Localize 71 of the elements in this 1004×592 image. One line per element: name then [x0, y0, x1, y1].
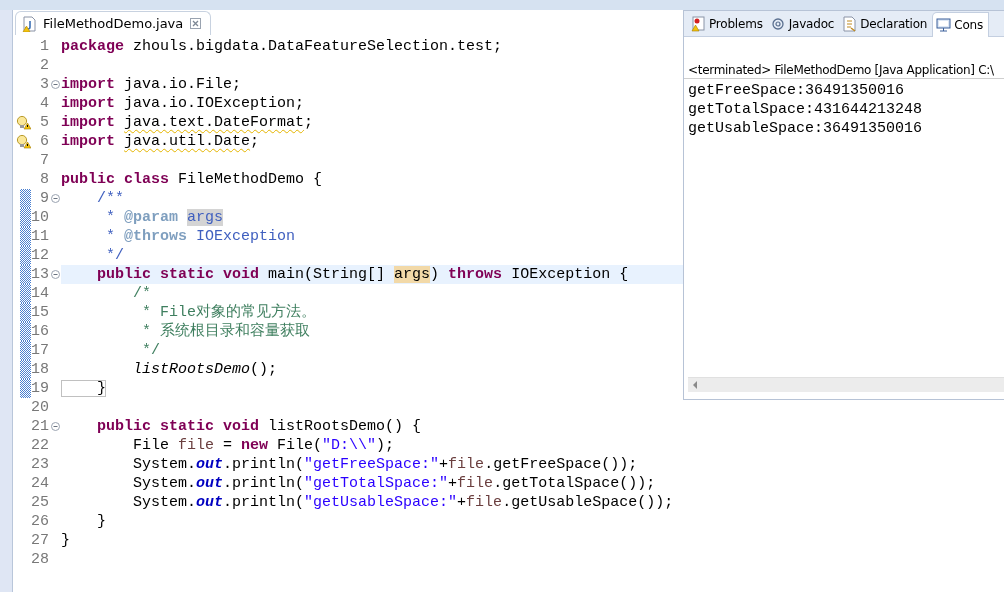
- code-line: }: [61, 379, 683, 398]
- view-tab[interactable]: Problems: [688, 12, 768, 36]
- line-number: 13: [31, 265, 49, 284]
- code-line: System.out.println("getTotalSpace:"+file.getTotalSpace());: [132, 474, 657, 493]
- code-line: */: [105, 246, 125, 265]
- editor-tab[interactable]: FileMethodDemo.java: [15, 11, 212, 35]
- line-number: 5: [39, 113, 49, 132]
- line-number: 20: [31, 398, 49, 417]
- line-number: 16: [31, 322, 49, 341]
- console-output-line: getFreeSpace:36491350016: [688, 81, 905, 100]
- console-header: <terminated> FileMethodDemo [Java Application] C:\: [684, 62, 1004, 79]
- line-number: 14: [31, 284, 49, 303]
- code-line: }: [61, 531, 71, 550]
- line-number: 2: [39, 56, 49, 75]
- line-number: 24: [31, 474, 49, 493]
- line-number: 19: [31, 379, 49, 398]
- left-arrow-icon: [692, 380, 698, 390]
- line-number: 21: [31, 417, 49, 436]
- code-line: package zhouls.bigdata.DataFeatureSelection.test;: [61, 37, 504, 56]
- console-output-line: getTotalSpace:431644213248: [688, 100, 923, 119]
- line-number: 9: [39, 189, 49, 208]
- problems-icon: [691, 16, 706, 32]
- code-line: }: [96, 512, 107, 531]
- java-file-icon: [22, 15, 37, 32]
- code-line: * File对象的常见方法。: [141, 303, 318, 322]
- code-line: */: [141, 341, 162, 360]
- line-number: 15: [31, 303, 49, 322]
- line-number: 3: [39, 75, 49, 94]
- line-number: 10: [31, 208, 49, 227]
- code-line: * 系统根目录和容量获取: [141, 322, 312, 341]
- code-line: import java.util.Date;: [61, 132, 261, 151]
- code-line: /*: [132, 284, 152, 303]
- code-line: import java.io.IOException;: [61, 94, 306, 113]
- collapse-icon[interactable]: [50, 270, 60, 279]
- code-line: public static void listRootsDemo() {: [96, 417, 423, 436]
- line-number: 22: [31, 436, 49, 455]
- code-line: System.out.println("getFreeSpace:"+file.getFreeSpace());: [132, 455, 639, 474]
- line-number: 8: [39, 170, 49, 189]
- line-number: 18: [31, 360, 49, 379]
- collapse-icon[interactable]: [50, 194, 60, 203]
- line-number: 12: [31, 246, 49, 265]
- code-line: import java.io.File;: [61, 75, 243, 94]
- view-tab[interactable]: Declaration: [839, 12, 933, 36]
- collapse-icon[interactable]: [50, 422, 60, 431]
- line-number: 7: [39, 151, 49, 170]
- console-output-line: getUsableSpace:36491350016: [688, 119, 923, 138]
- code-line: /**: [96, 189, 125, 208]
- code-line: * @param args: [105, 208, 225, 227]
- view-tab[interactable]: Javadoc: [767, 12, 840, 36]
- line-number: 17: [31, 341, 49, 360]
- code-line: * @throws IOException: [105, 227, 297, 246]
- line-number: 27: [31, 531, 49, 550]
- horizontal-scrollbar[interactable]: [688, 377, 1004, 392]
- code-line: listRootsDemo();: [132, 360, 279, 379]
- line-number: 28: [31, 550, 49, 569]
- line-number: 26: [31, 512, 49, 531]
- line-number: 6: [39, 132, 49, 151]
- line-number: 4: [39, 94, 49, 113]
- collapse-icon[interactable]: [50, 80, 60, 89]
- code-line: System.out.println("getUsableSpace:"+file.getUsableSpace());: [132, 493, 675, 512]
- line-number: 25: [31, 493, 49, 512]
- close-icon: [189, 17, 203, 30]
- line-number: 23: [31, 455, 49, 474]
- code-line: public class FileMethodDemo {: [61, 170, 324, 189]
- line-number: 1: [39, 37, 49, 56]
- declaration-icon: [842, 16, 858, 32]
- code-line: import java.text.DateFormat;: [61, 113, 315, 132]
- line-number: 11: [31, 227, 49, 246]
- code-line: File file = new File("D:\\");: [132, 436, 396, 455]
- console-icon: [936, 17, 952, 33]
- view-tab[interactable]: Cons: [932, 12, 989, 37]
